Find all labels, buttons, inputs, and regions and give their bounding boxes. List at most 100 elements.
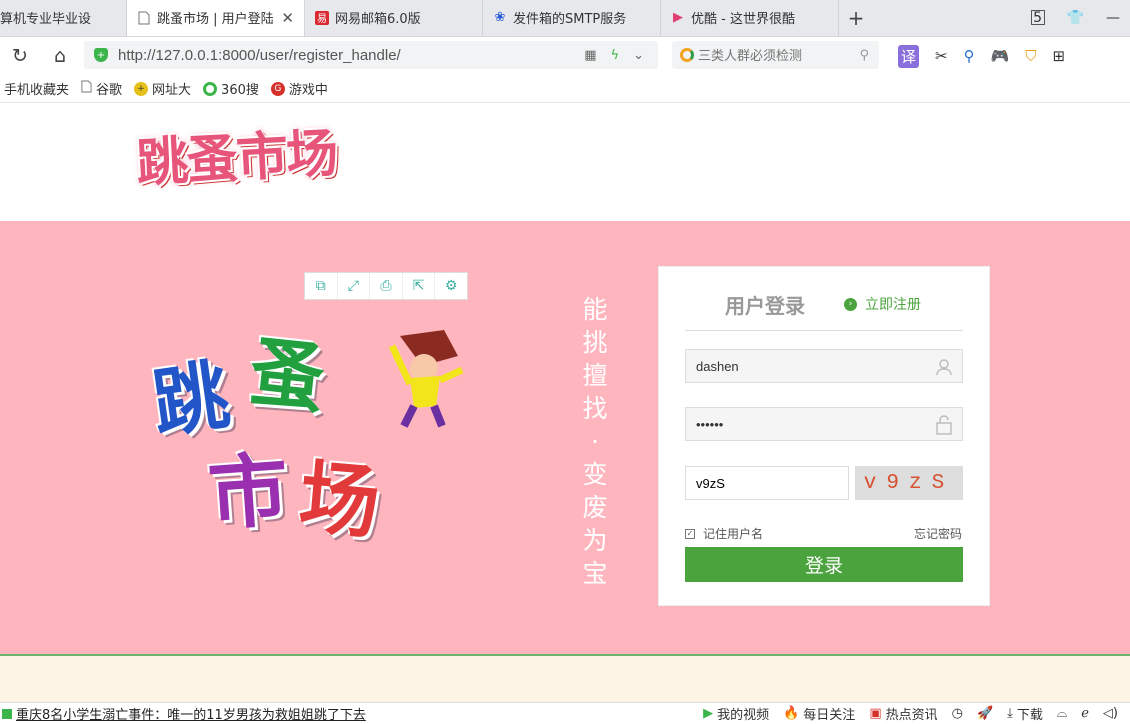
login-panel: 用户登录 › 立即注册 v9zS [658, 266, 990, 606]
my-video-item[interactable]: ▶ 我的视频 [703, 704, 769, 723]
tab-bar-controls: 5 👕 — [1030, 0, 1130, 36]
share-icon[interactable]: ⇱ [403, 273, 436, 299]
remember-label: 记住用户名 [703, 527, 764, 541]
tab-4[interactable]: ▶ 优酷 - 这世界很酷 [661, 0, 839, 36]
register-label: 立即注册 [865, 297, 921, 313]
tab-title: 发件箱的SMTP服务 [513, 12, 627, 27]
chevron-down-icon[interactable]: ⌄ [633, 48, 644, 63]
username-field [685, 349, 963, 383]
login-button[interactable]: 登录 [685, 547, 963, 582]
settings-gear-icon[interactable]: ⚙ [435, 273, 467, 299]
bookmark-label: 网址大 [152, 83, 192, 98]
login-banner: ⧉ ⤢ ⎙ ⇱ ⚙ 跳 蚤 市 场 能挑擅找·变废为宝 用户登录 › 立即注册 … [0, 221, 1130, 654]
glasses-icon[interactable]: ⌓ [1057, 706, 1067, 721]
new-tab-button[interactable]: + [839, 0, 873, 36]
bookmark-games[interactable]: G 游戏中 [270, 79, 328, 98]
copy-icon[interactable]: ⧉ [305, 273, 338, 299]
remember-username[interactable]: ✓ 记住用户名 [685, 525, 763, 542]
save-icon[interactable]: ⎙ [370, 273, 403, 299]
play-icon: ▶ [703, 706, 714, 721]
search-icon[interactable]: ⚲ [859, 48, 879, 63]
status-label: 热点资讯 [885, 708, 938, 723]
username-input[interactable] [686, 350, 926, 382]
status-label: 下载 [1016, 708, 1043, 723]
address-bar[interactable]: + http://127.0.0.1:8000/user/register_ha… [84, 41, 658, 69]
hot-news-item[interactable]: ▣ 热点资讯 [869, 704, 937, 723]
download-item[interactable]: ⤓ 下载 [1007, 704, 1043, 723]
search-input[interactable] [698, 47, 838, 63]
tab-2[interactable]: 易 网易邮箱6.0版 [305, 0, 483, 36]
logo-char: 蚤 [244, 327, 330, 424]
arrow-right-circle-icon: › [844, 297, 857, 311]
magnifier-icon[interactable]: ⚲ [964, 47, 975, 65]
login-header: 用户登录 › 立即注册 [685, 281, 963, 331]
lightning-icon[interactable]: ϟ [611, 48, 620, 63]
bookmark-360[interactable]: 360搜 [203, 79, 259, 98]
ie-icon[interactable]: ℯ [1081, 706, 1089, 721]
news-ticker[interactable]: 重庆8名小学生溺亡事件：唯一的11岁男孩为救姐姐跳了下去 [0, 704, 366, 723]
tab-title: 网易邮箱6.0版 [335, 12, 421, 27]
site-logo[interactable]: 跳蚤市场 [134, 111, 338, 196]
clock-icon[interactable]: ◷ [952, 706, 963, 721]
close-icon[interactable]: ✕ [281, 9, 294, 27]
skin-shirt-icon[interactable]: 👕 [1067, 10, 1084, 26]
password-field [685, 407, 963, 441]
reload-icon[interactable]: ↻ [0, 37, 40, 75]
daily-focus-item[interactable]: 🔥 每日关注 [783, 704, 855, 723]
captcha-image[interactable]: v9zS [855, 466, 963, 500]
image-toolbar: ⧉ ⤢ ⎙ ⇱ ⚙ [304, 272, 468, 300]
security-shield-icon: + [94, 48, 108, 62]
captcha-field [685, 466, 849, 500]
cartoon-figure [388, 330, 464, 428]
volume-icon[interactable]: ◁) [1103, 706, 1118, 721]
logo-char: 市 [205, 443, 292, 542]
search-box[interactable]: ⚲ [672, 41, 879, 69]
tab-title: 算机专业毕业设 [0, 12, 92, 27]
user-icon [934, 357, 954, 377]
tab-3[interactable]: ❀ 发件箱的SMTP服务 [483, 0, 661, 36]
minimize-icon[interactable]: — [1106, 10, 1120, 26]
password-input[interactable] [686, 408, 926, 440]
download-icon: ⤓ [1007, 706, 1013, 721]
bookmark-label: 360搜 [221, 83, 259, 98]
home-icon[interactable]: ⌂ [40, 37, 80, 75]
gamepad-icon[interactable]: 🎮 [991, 47, 1010, 65]
remember-checkbox[interactable]: ✓ [685, 528, 695, 539]
plus-circle-icon: + [134, 81, 149, 96]
lock-icon [934, 415, 954, 435]
login-title: 用户登录 [725, 294, 805, 318]
page-icon [81, 80, 92, 97]
expand-icon[interactable]: ⤢ [338, 273, 371, 299]
game-icon: G [270, 81, 285, 96]
tab-1[interactable]: 跳蚤市场 | 用户登陆 ✕ [127, 0, 305, 36]
bookmark-mobile[interactable]: 手机收藏夹 [4, 79, 69, 98]
news-icon [2, 708, 12, 719]
address-tools: ▦ ϟ ⌄ [584, 48, 658, 63]
bookmark-hao[interactable]: + 网址大 [134, 79, 191, 98]
forgot-password-link[interactable]: 忘记密码 [914, 525, 962, 542]
baidu-paw-icon: ❀ [494, 10, 506, 25]
url-text[interactable]: http://127.0.0.1:8000/user/register_hand… [118, 47, 401, 64]
tab-count-badge[interactable]: 5 [1030, 10, 1045, 26]
bookmark-google[interactable]: 谷歌 [81, 79, 122, 98]
bookmark-label: 谷歌 [96, 83, 123, 98]
status-right-group: ▶ 我的视频 🔥 每日关注 ▣ 热点资讯 ◷ 🚀 ⤓ 下载 ⌓ ℯ ◁) [703, 704, 1130, 723]
navigation-bar: ↻ ⌂ + http://127.0.0.1:8000/user/registe… [0, 37, 1130, 75]
slogan-text: 能挑擅找·变废为宝 [582, 295, 608, 588]
extension-toolbar: 译 ✂ ⚲ 🎮 ⛉ ⊞ [898, 37, 1065, 75]
captcha-input[interactable] [686, 467, 836, 499]
register-link[interactable]: › 立即注册 [844, 294, 921, 314]
coin-shield-icon[interactable]: ⛉ [1025, 47, 1036, 65]
status-bar: 重庆8名小学生溺亡事件：唯一的11岁男孩为救姐姐跳了下去 ▶ 我的视频 🔥 每日… [0, 702, 1130, 724]
scissors-icon[interactable]: ✂ [935, 47, 948, 65]
tab-0[interactable]: 算机专业毕业设 [0, 0, 127, 36]
site-header: 跳蚤市场 [0, 104, 1130, 221]
news-text: 重庆8名小学生溺亡事件：唯一的11岁男孩为救姐姐跳了下去 [16, 708, 366, 723]
360-search-icon [680, 48, 694, 62]
tab-title: 优酷 - 这世界很酷 [691, 12, 795, 27]
translate-icon[interactable]: 译 [898, 44, 920, 68]
grid-menu-icon[interactable]: ⊞ [1053, 47, 1066, 65]
qr-code-icon[interactable]: ▦ [584, 48, 596, 63]
youku-icon: ▶ [673, 10, 683, 25]
rocket-icon[interactable]: 🚀 [977, 706, 993, 721]
